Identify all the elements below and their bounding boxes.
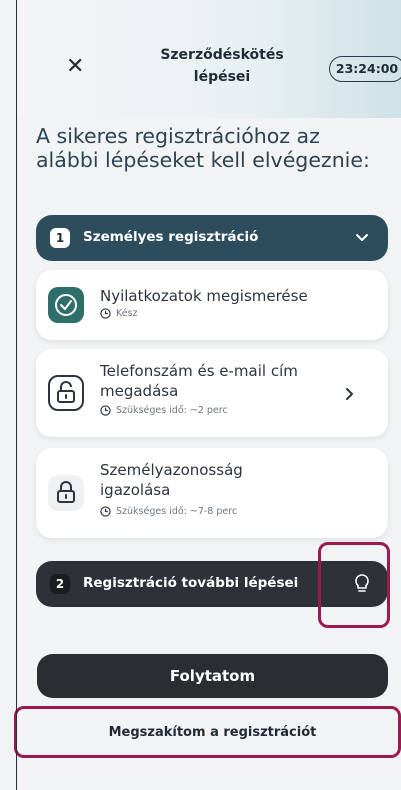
- section-number: 2: [50, 574, 70, 594]
- section-label: Személyes regisztráció: [83, 229, 259, 245]
- close-icon[interactable]: ✕: [66, 56, 84, 78]
- countdown-timer: 23:24:00: [329, 56, 401, 82]
- section-number: 1: [50, 228, 70, 248]
- step-status-text: Kész: [116, 308, 138, 319]
- step-title: Telefonszám és e-mail cím megadása: [100, 362, 298, 400]
- chevron-right-icon[interactable]: [344, 387, 356, 401]
- section-label: Regisztráció további lépései: [83, 575, 299, 591]
- step-title: Személyazonosság igazolása: [100, 461, 243, 499]
- lock-icon: [48, 475, 84, 511]
- header: ✕ Szerződéskötés lépései 23:24:00: [17, 0, 401, 118]
- header-title: Szerződéskötés lépései: [160, 47, 284, 85]
- chevron-down-icon[interactable]: [354, 229, 370, 245]
- clock-icon: [100, 405, 111, 416]
- clock-icon: [100, 506, 111, 517]
- step-status: Kész: [100, 308, 138, 319]
- step-card-declarations[interactable]: Nyilatkozatok megismerése Kész: [36, 270, 388, 340]
- cancel-registration-button[interactable]: Megszakítom a regisztrációt: [37, 718, 388, 748]
- continue-button[interactable]: Folytatom: [37, 654, 388, 698]
- step-card-contact-details[interactable]: Telefonszám és e-mail cím megadása Szüks…: [36, 349, 388, 437]
- step-status: Szükséges idő: ~2 perc: [100, 405, 228, 416]
- highlight-box-lightbulb: [318, 542, 390, 628]
- clock-icon: [100, 308, 111, 319]
- step-status-text: Szükséges idő: ~2 perc: [116, 405, 228, 416]
- step-status: Szükséges idő: ~7-8 perc: [100, 506, 237, 517]
- left-edge-line: [16, 0, 17, 790]
- unlock-icon: [48, 375, 84, 411]
- step-card-identity-verification: Személyazonosság igazolása Szükséges idő…: [36, 448, 388, 538]
- page-headline: A sikeres regisztrációhoz az alábbi lépé…: [36, 124, 370, 172]
- section-personal-registration[interactable]: 1 Személyes regisztráció: [36, 215, 388, 261]
- step-status-text: Szükséges idő: ~7-8 perc: [116, 506, 238, 517]
- step-title: Nyilatkozatok megismerése: [100, 287, 308, 305]
- check-circle-icon: [48, 287, 84, 323]
